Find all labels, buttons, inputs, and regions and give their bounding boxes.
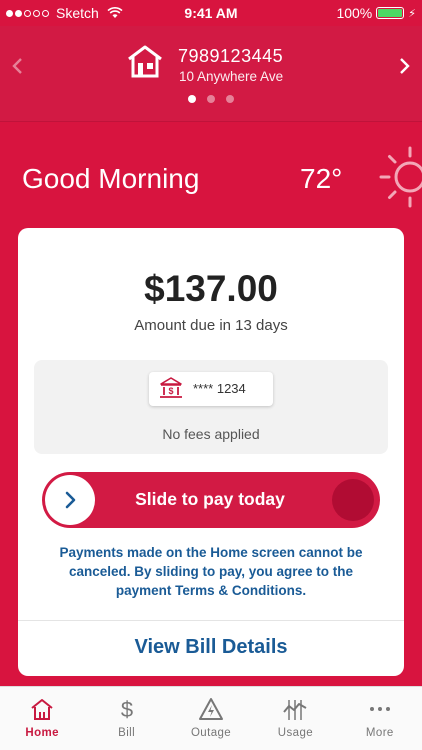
sun-icon	[379, 146, 422, 208]
more-icon	[369, 707, 390, 711]
chevron-right-icon	[400, 58, 410, 74]
home-icon	[31, 699, 53, 720]
battery-icon	[376, 7, 405, 19]
svg-text:$: $	[120, 697, 132, 722]
tab-bill[interactable]: $ Bill	[84, 687, 168, 750]
warning-icon	[199, 698, 224, 720]
page-dot[interactable]	[226, 95, 234, 103]
tab-label: Home	[25, 727, 59, 739]
slider-target	[332, 479, 374, 521]
tab-label: Usage	[277, 727, 314, 739]
slider-label: Slide to pay today	[135, 489, 285, 509]
tab-label: More	[365, 727, 394, 739]
dollar-icon: $	[120, 697, 132, 722]
fees-text: No fees applied	[162, 426, 260, 442]
status-bar: Sketch 9:41 AM 100% ⚡	[0, 0, 422, 26]
tab-label: Outage	[190, 727, 232, 739]
house-icon	[128, 45, 162, 78]
payment-method-selector[interactable]: $ **** 1234	[149, 372, 273, 406]
greeting-text: Good Morning	[22, 163, 200, 194]
due-date-text: Amount due in 13 days	[134, 317, 288, 334]
slide-to-pay-slider[interactable]: Slide to pay today	[42, 472, 380, 528]
previous-account-button[interactable]	[6, 54, 30, 78]
account-address: 10 Anywhere Ave	[179, 69, 284, 84]
masked-account-number: **** 1234	[193, 381, 246, 396]
tab-label: Bill	[118, 727, 136, 739]
payment-method-panel: $ **** 1234 No fees applied	[34, 360, 388, 454]
tab-more[interactable]: More	[338, 687, 422, 750]
tab-usage[interactable]: Usage	[253, 687, 337, 750]
next-account-button[interactable]	[392, 54, 416, 78]
tab-outage[interactable]: Outage	[169, 687, 253, 750]
temperature: 72°	[300, 163, 343, 194]
divider	[18, 620, 404, 621]
usage-icon	[283, 700, 307, 720]
account-header: 7989123445 10 Anywhere Ave	[0, 26, 422, 122]
tab-home[interactable]: Home	[0, 687, 84, 750]
amount-due: $137.00	[144, 268, 278, 309]
battery-percent: 100%	[336, 5, 373, 21]
page-dot[interactable]	[188, 95, 196, 103]
tab-bar: Home $ Bill Outage Usage More	[0, 686, 422, 750]
page-dot[interactable]	[207, 95, 215, 103]
payment-disclaimer: Payments made on the Home screen cannot …	[59, 545, 363, 598]
charging-icon: ⚡	[408, 7, 416, 20]
view-bill-details-button[interactable]: View Bill Details	[18, 636, 404, 659]
account-page-indicator[interactable]	[0, 95, 422, 103]
battery-status: 100% ⚡	[336, 5, 416, 21]
bank-icon: $	[160, 377, 182, 398]
svg-text:$: $	[168, 386, 173, 396]
chevron-left-icon	[12, 58, 22, 74]
bill-card: $137.00 Amount due in 13 days $ **** 123…	[18, 228, 404, 676]
account-number: 7989123445	[178, 46, 284, 66]
